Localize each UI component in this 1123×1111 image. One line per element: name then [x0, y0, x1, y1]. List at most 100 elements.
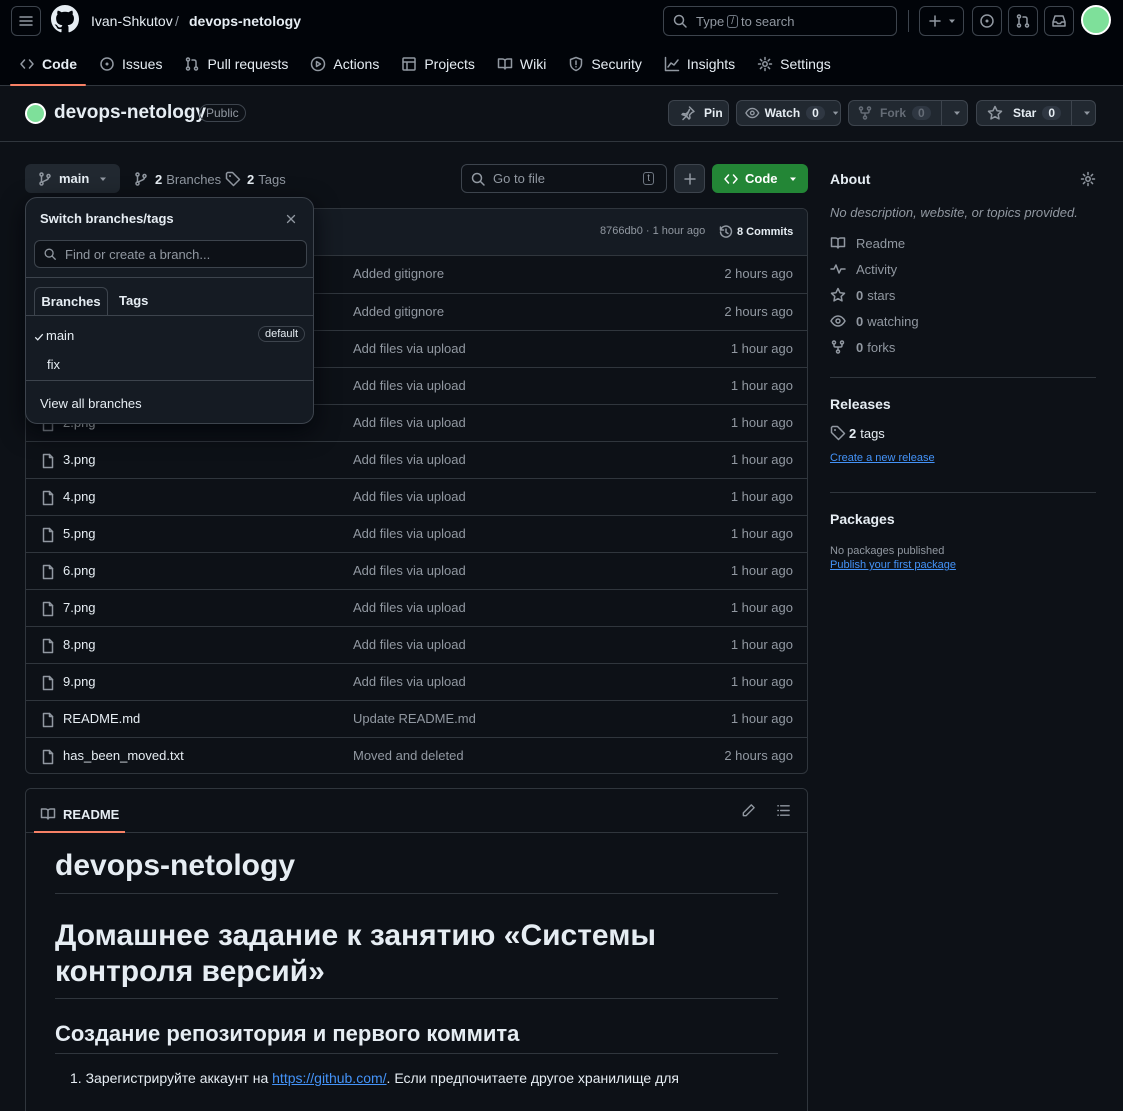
file-name[interactable]: 4.png	[63, 489, 96, 504]
tab-tags[interactable]: Tags	[119, 293, 148, 308]
branch-item-fix[interactable]: fix	[26, 350, 313, 378]
pull-requests-button[interactable]	[1008, 6, 1038, 36]
commit-message[interactable]: Moved and deleted	[353, 748, 464, 763]
commit-hash-time[interactable]: 8766db0 · 1 hour ago	[600, 225, 705, 237]
table-row[interactable]: 9.png Add files via upload 1 hour ago	[26, 663, 807, 700]
caret-down-icon	[948, 19, 955, 23]
commit-message[interactable]: Add files via upload	[353, 563, 466, 578]
tab-settings[interactable]: Settings	[748, 48, 840, 80]
commit-message[interactable]: Add files via upload	[353, 526, 466, 541]
commit-age: 1 hour ago	[730, 452, 793, 467]
watch-button[interactable]: Watch 0	[736, 100, 841, 126]
stars-link[interactable]: 0 stars	[830, 282, 1096, 308]
dropdown-title: Switch branches/tags	[40, 211, 174, 226]
code-button[interactable]: Code	[712, 164, 808, 193]
create-new-button[interactable]	[919, 6, 964, 36]
repo-name[interactable]: devops-netology	[54, 102, 206, 124]
go-to-file-input[interactable]: Go to file t	[461, 164, 667, 193]
watching-count: 0	[856, 313, 864, 329]
star-button[interactable]: Star 0	[976, 100, 1096, 126]
tab-insights[interactable]: Insights	[655, 48, 744, 80]
file-name[interactable]: 6.png	[63, 563, 96, 578]
edit-readme-button[interactable]	[741, 803, 756, 818]
commit-message[interactable]: Add files via upload	[353, 674, 466, 689]
readme-tab[interactable]: README	[34, 797, 126, 833]
commit-message[interactable]: Add files via upload	[353, 637, 466, 652]
pin-button[interactable]: Pin	[668, 100, 729, 126]
table-row[interactable]: 7.png Add files via upload 1 hour ago	[26, 589, 807, 626]
breadcrumb-repo[interactable]: devops-netology	[189, 13, 301, 29]
packages-title[interactable]: Packages	[830, 511, 895, 527]
commit-message[interactable]: Added gitignore	[353, 266, 444, 281]
outline-button[interactable]	[776, 803, 791, 818]
plus-icon	[928, 15, 941, 27]
fork-button[interactable]: Fork 0	[848, 100, 968, 126]
table-row[interactable]: README.md Update README.md 1 hour ago	[26, 700, 807, 737]
commit-age: 1 hour ago	[730, 637, 793, 652]
table-row[interactable]: 6.png Add files via upload 1 hour ago	[26, 552, 807, 589]
tab-actions[interactable]: Actions	[301, 48, 388, 80]
create-release-link[interactable]: Create a new release	[830, 452, 935, 464]
tab-issues[interactable]: Issues	[90, 48, 171, 80]
table-row[interactable]: 8.png Add files via upload 1 hour ago	[26, 626, 807, 663]
file-name[interactable]: README.md	[63, 711, 140, 726]
release-tags-link[interactable]: 2 tags	[830, 420, 1096, 446]
branch-find-input[interactable]: Find or create a branch...	[34, 240, 307, 268]
activity-link[interactable]: Activity	[830, 256, 1096, 282]
commit-message[interactable]: Add files via upload	[353, 415, 466, 430]
branch-select-button[interactable]: main	[25, 164, 120, 193]
commit-message[interactable]: Add files via upload	[353, 489, 466, 504]
pin-label: Pin	[704, 106, 723, 120]
tab-code[interactable]: Code	[10, 48, 86, 86]
file-name[interactable]: 3.png	[63, 452, 96, 467]
about-section: About No description, website, or topics…	[830, 171, 1096, 360]
issues-button[interactable]	[972, 6, 1002, 36]
tab-branches[interactable]: Branches	[34, 287, 108, 315]
commit-message[interactable]: Add files via upload	[353, 600, 466, 615]
tab-projects[interactable]: Projects	[392, 48, 484, 80]
history-icon	[719, 225, 733, 238]
github-link[interactable]: https://github.com/	[272, 1070, 386, 1086]
readme-link[interactable]: Readme	[830, 230, 1096, 256]
commit-message[interactable]: Add files via upload	[353, 378, 466, 393]
no-packages-text: No packages published	[830, 545, 945, 557]
tab-wiki[interactable]: Wiki	[488, 48, 555, 80]
user-avatar[interactable]	[1081, 5, 1111, 35]
tag-icon	[225, 171, 241, 187]
go-to-file-placeholder: Go to file	[493, 171, 546, 186]
commit-message[interactable]: Add files via upload	[353, 341, 466, 356]
breadcrumb-owner[interactable]: Ivan-Shkutov	[91, 13, 173, 29]
commits-link[interactable]: 8 Commits	[718, 224, 793, 240]
commit-message[interactable]: Update README.md	[353, 711, 476, 726]
file-name[interactable]: 5.png	[63, 526, 96, 541]
table-row[interactable]: 4.png Add files via upload 1 hour ago	[26, 478, 807, 515]
global-search-input[interactable]: Type / to search	[663, 6, 897, 36]
tab-security[interactable]: Security	[559, 48, 651, 80]
table-row[interactable]: has_been_moved.txt Moved and deleted 2 hou…	[26, 737, 807, 773]
releases-title[interactable]: Releases	[830, 396, 891, 412]
branches-link[interactable]: 2 Branches	[133, 171, 221, 187]
tags-link[interactable]: 2 Tags	[225, 171, 286, 187]
watching-link[interactable]: 0 watching	[830, 308, 1096, 334]
view-all-branches-link[interactable]: View all branches	[40, 396, 142, 411]
commit-message[interactable]: Add files via upload	[353, 452, 466, 467]
branch-item-main[interactable]: main default	[26, 321, 313, 349]
inbox-button[interactable]	[1044, 6, 1074, 36]
commit-message[interactable]: Added gitignore	[353, 304, 444, 319]
tab-pull-requests[interactable]: Pull requests	[175, 48, 297, 80]
github-logo-icon[interactable]	[51, 5, 79, 33]
file-name[interactable]: 8.png	[63, 637, 96, 652]
table-row[interactable]: 5.png Add files via upload 1 hour ago	[26, 515, 807, 552]
search-icon	[471, 172, 485, 186]
forks-link[interactable]: 0 forks	[830, 334, 1096, 360]
add-file-button[interactable]	[674, 164, 705, 193]
hamburger-menu-button[interactable]	[11, 6, 41, 36]
file-name[interactable]: 7.png	[63, 600, 96, 615]
publish-package-link[interactable]: Publish your first package	[830, 559, 956, 571]
close-button[interactable]	[284, 212, 298, 226]
file-name[interactable]: 9.png	[63, 674, 96, 689]
repo-owner-avatar[interactable]	[25, 103, 46, 124]
file-name[interactable]: has_been_moved.txt	[63, 748, 184, 763]
gear-icon[interactable]	[1080, 171, 1096, 187]
table-row[interactable]: 3.png Add files via upload 1 hour ago	[26, 441, 807, 478]
